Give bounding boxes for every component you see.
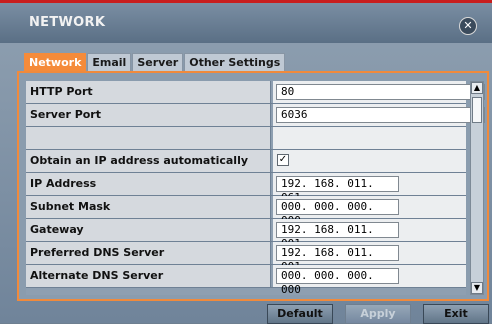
obtain-ip-row: Obtain an IP address automatically ✓ <box>26 150 466 173</box>
apply-button[interactable]: Apply <box>345 304 411 324</box>
gateway-label: Gateway <box>26 219 271 241</box>
server-port-row: Server Port 6036 <box>26 104 485 127</box>
network-dialog: NETWORK ✕ Network Email Server Other Set… <box>0 0 492 324</box>
http-port-label: HTTP Port <box>26 81 271 103</box>
settings-list: HTTP Port 80 Server Port 6036 Obtain an … <box>26 81 485 296</box>
empty-row <box>26 127 466 150</box>
http-port-row: HTTP Port 80 <box>26 81 485 104</box>
obtain-ip-label: Obtain an IP address automatically <box>26 150 271 172</box>
scroll-up-icon[interactable]: ▲ <box>471 82 483 94</box>
tab-email[interactable]: Email <box>87 53 132 71</box>
server-port-label: Server Port <box>26 104 271 126</box>
ip-address-label: IP Address <box>26 173 271 195</box>
preferred-dns-row: Preferred DNS Server 192. 168. 011. 001 <box>26 242 466 273</box>
scroll-down-icon[interactable]: ▼ <box>471 282 483 294</box>
tab-bar: Network Email Server Other Settings <box>24 53 286 71</box>
exit-button[interactable]: Exit <box>423 304 489 324</box>
alternate-dns-input[interactable]: 000. 000. 000. 000 <box>276 268 399 296</box>
network-settings-panel: HTTP Port 80 Server Port 6036 Obtain an … <box>17 71 489 301</box>
alternate-dns-label: Alternate DNS Server <box>26 265 271 287</box>
gateway-input[interactable]: 192. 168. 011. 001 <box>276 222 399 250</box>
vertical-scrollbar[interactable]: ▲ ▼ <box>470 81 484 295</box>
http-port-input[interactable]: 80 <box>276 84 485 100</box>
default-button[interactable]: Default <box>267 304 333 324</box>
obtain-ip-checkbox[interactable]: ✓ <box>277 154 289 166</box>
subnet-mask-input[interactable]: 000. 000. 000. 000 <box>276 199 399 227</box>
check-icon: ✓ <box>278 154 288 165</box>
ip-address-input[interactable]: 192. 168. 011. 061 <box>276 176 399 204</box>
tab-network[interactable]: Network <box>24 53 87 71</box>
title-bar: NETWORK ✕ <box>0 3 492 43</box>
preferred-dns-input[interactable]: 192. 168. 011. 001 <box>276 245 399 273</box>
tab-server[interactable]: Server <box>132 53 184 71</box>
preferred-dns-label: Preferred DNS Server <box>26 242 271 264</box>
close-icon[interactable]: ✕ <box>459 17 477 35</box>
server-port-input[interactable]: 6036 <box>276 107 485 123</box>
ip-address-row: IP Address 192. 168. 011. 061 <box>26 173 466 204</box>
subnet-mask-row: Subnet Mask 000. 000. 000. 000 <box>26 196 466 227</box>
alternate-dns-row: Alternate DNS Server 000. 000. 000. 000 <box>26 265 466 296</box>
gateway-row: Gateway 192. 168. 011. 001 <box>26 219 466 250</box>
subnet-mask-label: Subnet Mask <box>26 196 271 218</box>
tab-other-settings[interactable]: Other Settings <box>184 53 286 71</box>
window-title: NETWORK <box>29 15 106 30</box>
scroll-thumb[interactable] <box>472 97 482 123</box>
